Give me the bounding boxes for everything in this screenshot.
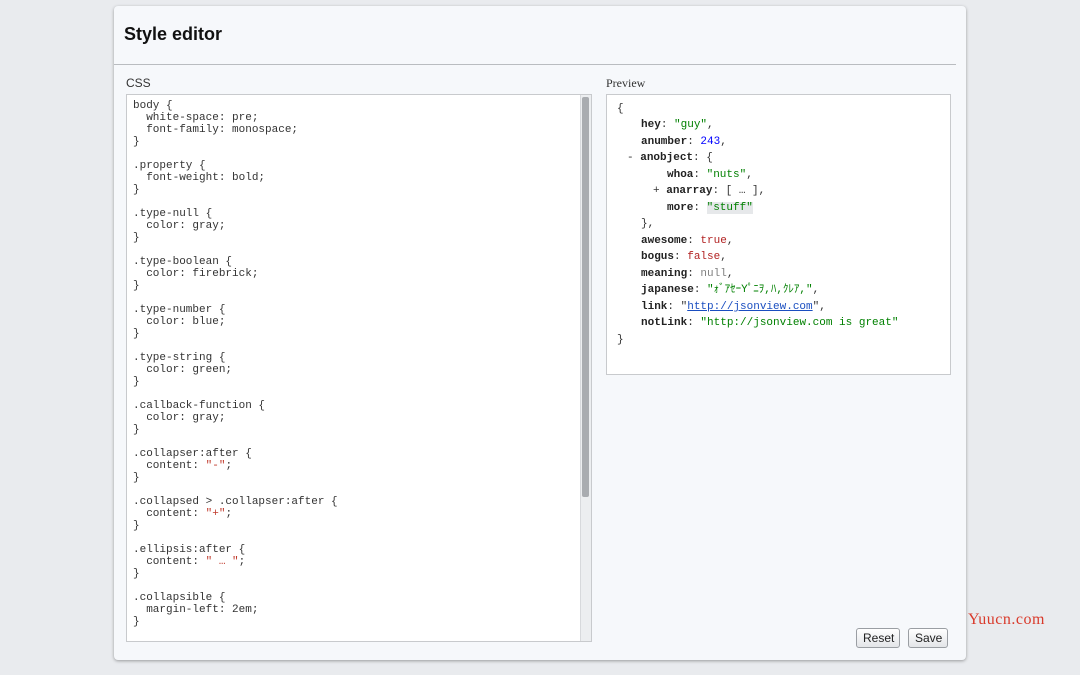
json-string-value: "http://jsonview.com is great" <box>700 317 899 329</box>
css-code-line: .ellipsis:after { <box>133 544 246 556</box>
json-key: whoa <box>667 169 694 181</box>
json-boolean-value: false <box>687 251 721 263</box>
reset-button[interactable]: Reset <box>856 628 900 648</box>
json-preview: { hey: "guy", anumber: 243, - anobject: … <box>606 94 951 375</box>
css-code-line: } <box>133 424 140 436</box>
css-code-line: } <box>133 520 140 532</box>
json-row-meaning: meaning: null, <box>641 268 734 280</box>
css-code-line: white-space: pre; <box>133 112 259 124</box>
json-collapsed-array: [ … ] <box>725 185 759 197</box>
json-key: japanese <box>641 284 694 296</box>
css-code-line: } <box>133 232 140 244</box>
preview-label: Preview <box>606 76 646 90</box>
css-code-line: body { <box>133 100 173 112</box>
json-row-anobject: - anobject: { <box>627 152 713 164</box>
json-key: hey <box>641 119 661 131</box>
json-string-value: "stuff" <box>706 202 753 214</box>
css-code-line: color: firebrick; <box>133 268 259 280</box>
json-string-value: "ｫﾞｱｾｰYﾟﾆｦ,ﾊ,ｸﾚｱ," <box>707 284 813 296</box>
css-code-line: font-family: monospace; <box>133 124 299 136</box>
css-editor-scroll-thumb[interactable] <box>582 97 589 497</box>
json-string-value: "nuts" <box>706 169 747 181</box>
json-row-whoa: whoa: "nuts", <box>667 169 753 181</box>
json-row-anarray: + anarray: [ … ], <box>653 185 766 197</box>
css-code-line: content: "-"; <box>133 460 233 472</box>
json-row-bogus: bogus: false, <box>641 251 727 263</box>
page-title: Style editor <box>124 24 223 44</box>
css-code-line: .type-number { <box>133 304 226 316</box>
css-code-line <box>133 484 338 496</box>
css-code-line: color: gray; <box>133 412 226 424</box>
json-key: notLink <box>641 317 688 329</box>
json-key: bogus <box>641 251 675 263</box>
style-editor-panel: Style editor CSS Preview body { white-sp… <box>114 6 966 660</box>
css-code-line: } <box>133 136 140 148</box>
css-code-line: .collapsed > .collapser:after { <box>133 496 338 508</box>
css-code-line <box>133 532 338 544</box>
css-code-line: content: "+"; <box>133 508 233 520</box>
css-code-line: } <box>133 472 140 484</box>
json-key: anobject <box>640 152 694 164</box>
css-label: CSS <box>126 76 151 90</box>
json-key: meaning <box>641 268 688 280</box>
css-editor-text[interactable]: body { white-space: pre; font-family: mo… <box>133 100 338 628</box>
css-code-line: .type-string { <box>133 352 226 364</box>
css-code-line: color: green; <box>133 364 233 376</box>
json-object-close: }, <box>641 218 655 230</box>
css-code-line <box>133 244 338 256</box>
json-row-notlink: notLink: "http://jsonview.com is great" <box>641 317 899 329</box>
json-row-awesome: awesome: true, <box>641 235 734 247</box>
json-key: anarray <box>666 185 713 197</box>
css-editor[interactable]: body { white-space: pre; font-family: mo… <box>126 94 592 642</box>
css-code-line: .property { <box>133 160 206 172</box>
json-row-hey: hey: "guy", <box>641 119 714 131</box>
json-boolean-value: true <box>700 235 727 247</box>
json-row-link: link: "http://jsonview.com", <box>641 301 826 313</box>
expand-toggle[interactable]: + <box>653 185 660 197</box>
css-code-line: color: gray; <box>133 220 226 232</box>
json-row-japanese: japanese: "ｫﾞｱｾｰYﾟﾆｦ,ﾊ,ｸﾚｱ,", <box>641 284 820 296</box>
json-string-value: "guy" <box>674 119 708 131</box>
css-code-line: font-weight: bold; <box>133 172 266 184</box>
css-code-line: } <box>133 376 140 388</box>
json-null-value: null <box>700 268 727 280</box>
css-code-line <box>133 388 338 400</box>
json-number-value: 243 <box>700 136 721 148</box>
json-key: more <box>667 202 694 214</box>
css-code-line <box>133 196 338 208</box>
css-code-line: .collapsible { <box>133 592 226 604</box>
json-link[interactable]: http://jsonview.com <box>687 301 812 313</box>
json-close-brace: } <box>617 334 624 346</box>
css-editor-scrollbar[interactable] <box>580 95 591 641</box>
css-code-line: } <box>133 616 140 628</box>
watermark-text: Yuucn.com <box>968 611 1045 628</box>
collapse-toggle[interactable]: - <box>627 152 634 164</box>
css-code-line <box>133 292 338 304</box>
css-code-line: content: " … "; <box>133 556 246 568</box>
css-code-line <box>133 148 338 160</box>
css-code-line: } <box>133 568 140 580</box>
json-open-brace: { <box>617 103 624 115</box>
css-code-line: margin-left: 2em; <box>133 604 259 616</box>
json-key: anumber <box>641 136 688 148</box>
css-code-line <box>133 436 338 448</box>
css-code-line: .collapser:after { <box>133 448 252 460</box>
css-code-line: .callback-function { <box>133 400 266 412</box>
json-key: awesome <box>641 235 688 247</box>
save-button[interactable]: Save <box>908 628 948 648</box>
json-row-more: more: "stuff" <box>667 202 753 214</box>
css-code-line: } <box>133 328 140 340</box>
css-code-line: .type-null { <box>133 208 213 220</box>
css-code-line <box>133 340 338 352</box>
css-code-line: } <box>133 184 140 196</box>
css-code-line: color: blue; <box>133 316 226 328</box>
css-code-line <box>133 580 338 592</box>
css-code-line: .type-boolean { <box>133 256 233 268</box>
json-key: link <box>641 301 668 313</box>
css-code-line: } <box>133 280 140 292</box>
title-divider <box>114 64 956 65</box>
json-row-anumber: anumber: 243, <box>641 136 727 148</box>
